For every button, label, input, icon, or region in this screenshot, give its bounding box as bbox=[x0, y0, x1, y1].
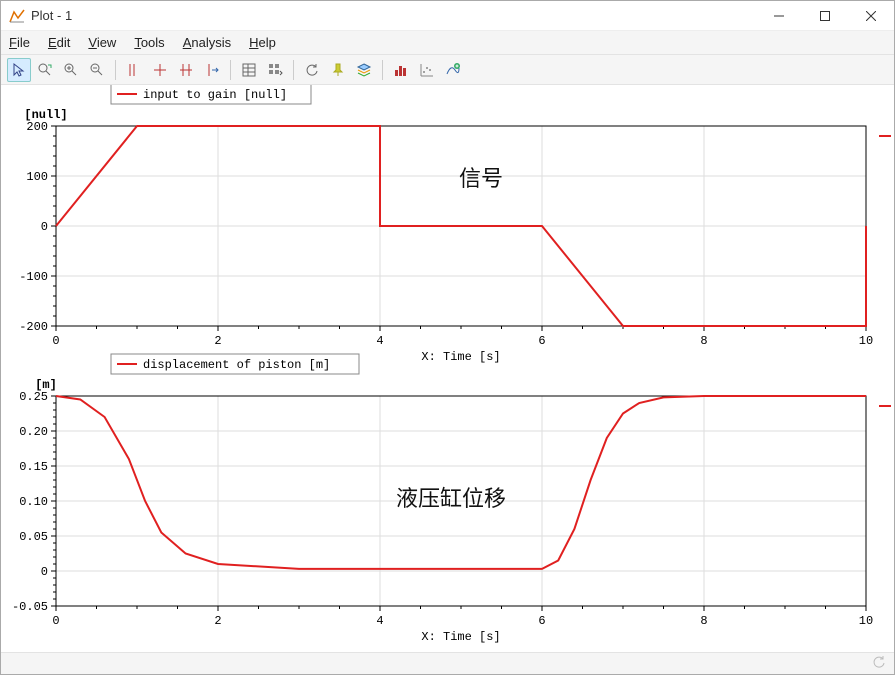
menu-tools[interactable]: Tools bbox=[134, 35, 164, 50]
svg-text:0.05: 0.05 bbox=[19, 530, 48, 544]
svg-text:0.10: 0.10 bbox=[19, 495, 48, 509]
grid-options-icon[interactable] bbox=[263, 58, 287, 82]
svg-text:-100: -100 bbox=[19, 270, 48, 284]
x-axis-label: X: Time [s] bbox=[421, 630, 500, 644]
svg-text:0: 0 bbox=[41, 220, 48, 234]
svg-text:8: 8 bbox=[700, 334, 707, 348]
svg-text:4: 4 bbox=[376, 614, 383, 628]
svg-text:2: 2 bbox=[214, 334, 221, 348]
svg-text:6: 6 bbox=[538, 614, 545, 628]
app-window: Plot - 1 File Edit View Tools Analysis H… bbox=[0, 0, 895, 675]
legend-text: displacement of piston [m] bbox=[143, 358, 330, 372]
svg-text:200: 200 bbox=[26, 120, 48, 134]
refresh-status-icon[interactable] bbox=[872, 655, 886, 672]
svg-text:10: 10 bbox=[859, 334, 873, 348]
marker-multi-icon[interactable] bbox=[174, 58, 198, 82]
close-button[interactable] bbox=[848, 1, 894, 31]
svg-text:6: 6 bbox=[538, 334, 545, 348]
svg-text:0: 0 bbox=[41, 565, 48, 579]
menu-file[interactable]: File bbox=[9, 35, 30, 50]
svg-text:0: 0 bbox=[52, 334, 59, 348]
legend-text: input to gain [null] bbox=[143, 88, 287, 102]
menu-analysis[interactable]: Analysis bbox=[183, 35, 231, 50]
plot-canvas: 0246810-200-1000100200[null]X: Time [s]i… bbox=[1, 85, 894, 652]
layers-icon[interactable] bbox=[352, 58, 376, 82]
statusbar bbox=[1, 652, 894, 674]
histogram-icon[interactable] bbox=[389, 58, 413, 82]
add-curve-icon[interactable] bbox=[441, 58, 465, 82]
menu-view[interactable]: View bbox=[88, 35, 116, 50]
toolbar bbox=[1, 55, 894, 85]
svg-text:2: 2 bbox=[214, 614, 221, 628]
plot-area[interactable]: 0246810-200-1000100200[null]X: Time [s]i… bbox=[1, 85, 894, 652]
svg-text:10: 10 bbox=[859, 614, 873, 628]
svg-text:4: 4 bbox=[376, 334, 383, 348]
svg-text:-200: -200 bbox=[19, 320, 48, 334]
pin-icon[interactable] bbox=[326, 58, 350, 82]
auto-zoom-icon[interactable] bbox=[33, 58, 57, 82]
svg-text:0.25: 0.25 bbox=[19, 390, 48, 404]
menu-edit[interactable]: Edit bbox=[48, 35, 70, 50]
app-icon bbox=[9, 8, 25, 24]
chart-annotation: 液压缸位移 bbox=[396, 486, 506, 511]
y-unit-label: [null] bbox=[24, 108, 67, 122]
minimize-button[interactable] bbox=[756, 1, 802, 31]
svg-text:8: 8 bbox=[700, 614, 707, 628]
svg-text:0.15: 0.15 bbox=[19, 460, 48, 474]
marker-move-icon[interactable] bbox=[200, 58, 224, 82]
scatter-icon[interactable] bbox=[415, 58, 439, 82]
refresh-icon[interactable] bbox=[300, 58, 324, 82]
svg-text:100: 100 bbox=[26, 170, 48, 184]
svg-text:0.20: 0.20 bbox=[19, 425, 48, 439]
table-view-icon[interactable] bbox=[237, 58, 261, 82]
zoom-out-icon[interactable] bbox=[85, 58, 109, 82]
pointer-icon[interactable] bbox=[7, 58, 31, 82]
x-axis-label: X: Time [s] bbox=[421, 350, 500, 364]
menu-help[interactable]: Help bbox=[249, 35, 276, 50]
menubar: File Edit View Tools Analysis Help bbox=[1, 31, 894, 55]
titlebar: Plot - 1 bbox=[1, 1, 894, 31]
marker-add-icon[interactable] bbox=[122, 58, 146, 82]
zoom-in-icon[interactable] bbox=[59, 58, 83, 82]
window-title: Plot - 1 bbox=[31, 8, 72, 23]
svg-text:0: 0 bbox=[52, 614, 59, 628]
marker-single-icon[interactable] bbox=[148, 58, 172, 82]
y-unit-label: [m] bbox=[35, 378, 57, 392]
svg-text:-0.05: -0.05 bbox=[12, 600, 48, 614]
chart-annotation: 信号 bbox=[459, 166, 503, 191]
maximize-button[interactable] bbox=[802, 1, 848, 31]
